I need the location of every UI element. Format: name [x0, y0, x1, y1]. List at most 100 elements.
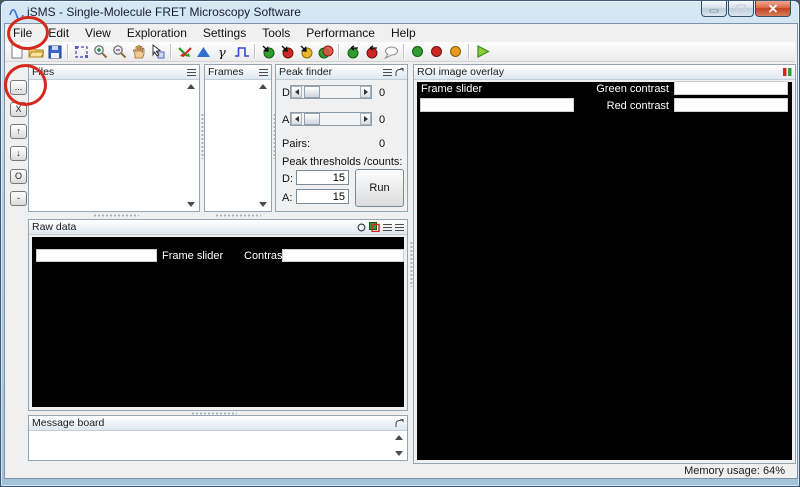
splitter-handle[interactable] [410, 241, 413, 287]
move-down-button[interactable]: ↓ [10, 146, 27, 161]
undock-icon[interactable] [395, 68, 404, 77]
browse-files-button[interactable]: ... [10, 80, 27, 95]
pair-markers-icon[interactable] [316, 43, 335, 61]
roi-image-canvas[interactable] [417, 82, 792, 460]
trace-pulse-icon[interactable] [232, 43, 251, 61]
frames-panel: Frames [204, 64, 272, 212]
roi-frame-slider[interactable] [420, 98, 574, 112]
reset-button[interactable]: O [10, 169, 27, 184]
slider-left-arrow[interactable] [291, 113, 302, 125]
files-list[interactable] [29, 80, 199, 211]
menu-performance[interactable]: Performance [298, 25, 383, 41]
zoom-in-icon[interactable] [91, 43, 110, 61]
yellow-marker-add-icon[interactable] [297, 43, 316, 61]
comment-bubble-icon[interactable] [381, 43, 400, 61]
donor-threshold-input[interactable] [296, 170, 349, 185]
peak-finder-panel-header: Peak finder [276, 65, 407, 80]
red-green-channels-icon[interactable] [783, 67, 792, 77]
run-playback-icon[interactable] [473, 43, 492, 61]
splitter-handle[interactable] [215, 214, 261, 217]
red-contrast-slider[interactable] [674, 98, 788, 112]
swap-channels-icon[interactable] [175, 43, 194, 61]
acceptor-slider-value: 0 [374, 114, 390, 126]
roi-panel-body: Frame slider Green contrast Red contrast [414, 80, 795, 463]
menu-file[interactable]: File [5, 25, 40, 41]
donor-slider[interactable] [290, 85, 372, 99]
scroll-down-icon[interactable] [259, 202, 267, 207]
raw-frame-slider[interactable] [36, 249, 157, 262]
red-status-icon[interactable] [427, 43, 446, 61]
zoom-out-icon[interactable] [110, 43, 129, 61]
panel-menu-icon[interactable] [383, 224, 392, 231]
menu-exploration[interactable]: Exploration [119, 25, 195, 41]
green-contrast-slider[interactable] [674, 81, 788, 95]
files-panel-title: Files [32, 66, 184, 78]
new-file-icon[interactable] [7, 43, 26, 61]
red-contrast-label: Red contrast [569, 100, 669, 112]
slider-thumb[interactable] [304, 86, 320, 98]
acceptor-threshold-input[interactable] [296, 189, 349, 204]
scroll-up-icon[interactable] [259, 84, 267, 89]
slider-left-arrow[interactable] [291, 86, 302, 98]
raw-data-panel-body: Frame slider Contrast: [29, 235, 407, 410]
splitter-handle[interactable] [191, 412, 237, 415]
scroll-down-icon[interactable] [395, 451, 403, 456]
panel-menu-icon[interactable] [395, 224, 404, 231]
message-board-body [29, 431, 407, 460]
move-up-button[interactable]: ↑ [10, 124, 27, 139]
raw-image-canvas[interactable] [32, 237, 404, 407]
menu-view[interactable]: View [77, 25, 119, 41]
close-button[interactable] [755, 1, 791, 17]
remove-file-button[interactable]: X [10, 102, 27, 117]
frames-list[interactable] [205, 80, 271, 211]
menu-settings[interactable]: Settings [195, 25, 254, 41]
window-controls [700, 1, 791, 17]
peak-profile-icon[interactable] [194, 43, 213, 61]
red-marker-back-icon[interactable] [362, 43, 381, 61]
message-list[interactable] [29, 431, 407, 460]
raw-contrast-slider[interactable] [282, 249, 404, 262]
menu-edit[interactable]: Edit [40, 25, 77, 41]
run-button[interactable]: Run [355, 169, 404, 207]
toolbar-separator [403, 44, 405, 59]
menu-tools[interactable]: Tools [254, 25, 298, 41]
slider-right-arrow[interactable] [360, 86, 371, 98]
panel-menu-icon[interactable] [383, 69, 392, 76]
toolbar-separator [67, 44, 69, 59]
orange-status-icon[interactable] [446, 43, 465, 61]
data-cursor-icon[interactable] [148, 43, 167, 61]
scroll-up-icon[interactable] [395, 435, 403, 440]
green-red-overlay-icon[interactable] [369, 222, 380, 232]
acceptor-slider[interactable] [290, 112, 372, 126]
maximize-button[interactable] [728, 1, 754, 17]
acceptor-threshold-label: A: [282, 192, 292, 204]
red-marker-add-icon[interactable] [278, 43, 297, 61]
green-marker-add-icon[interactable] [259, 43, 278, 61]
menu-help[interactable]: Help [383, 25, 424, 41]
scroll-down-icon[interactable] [187, 202, 195, 207]
splitter-handle[interactable] [273, 113, 276, 159]
collapse-button[interactable]: - [10, 191, 27, 206]
roi-frame-slider-label: Frame slider [421, 83, 482, 95]
circle-marker-icon[interactable] [357, 223, 366, 232]
panel-menu-icon[interactable] [187, 69, 196, 76]
slider-thumb[interactable] [304, 113, 320, 125]
panel-menu-icon[interactable] [259, 69, 268, 76]
app-logo-icon [9, 6, 24, 24]
green-status-icon[interactable] [408, 43, 427, 61]
minimize-button[interactable] [701, 1, 727, 17]
save-icon[interactable] [45, 43, 64, 61]
splitter-handle[interactable] [201, 113, 204, 159]
files-panel-header: Files [29, 65, 199, 80]
pan-hand-icon[interactable] [129, 43, 148, 61]
green-marker-back-icon[interactable] [343, 43, 362, 61]
slider-right-arrow[interactable] [360, 113, 371, 125]
raw-data-panel-header: Raw data [29, 220, 407, 235]
gamma-factor-icon[interactable]: γ [213, 43, 232, 61]
splitter-handle[interactable] [93, 214, 139, 217]
scroll-up-icon[interactable] [187, 84, 195, 89]
undock-icon[interactable] [395, 419, 404, 428]
open-file-icon[interactable] [26, 43, 45, 61]
zoom-region-icon[interactable] [72, 43, 91, 61]
toolbar-separator [170, 44, 172, 59]
